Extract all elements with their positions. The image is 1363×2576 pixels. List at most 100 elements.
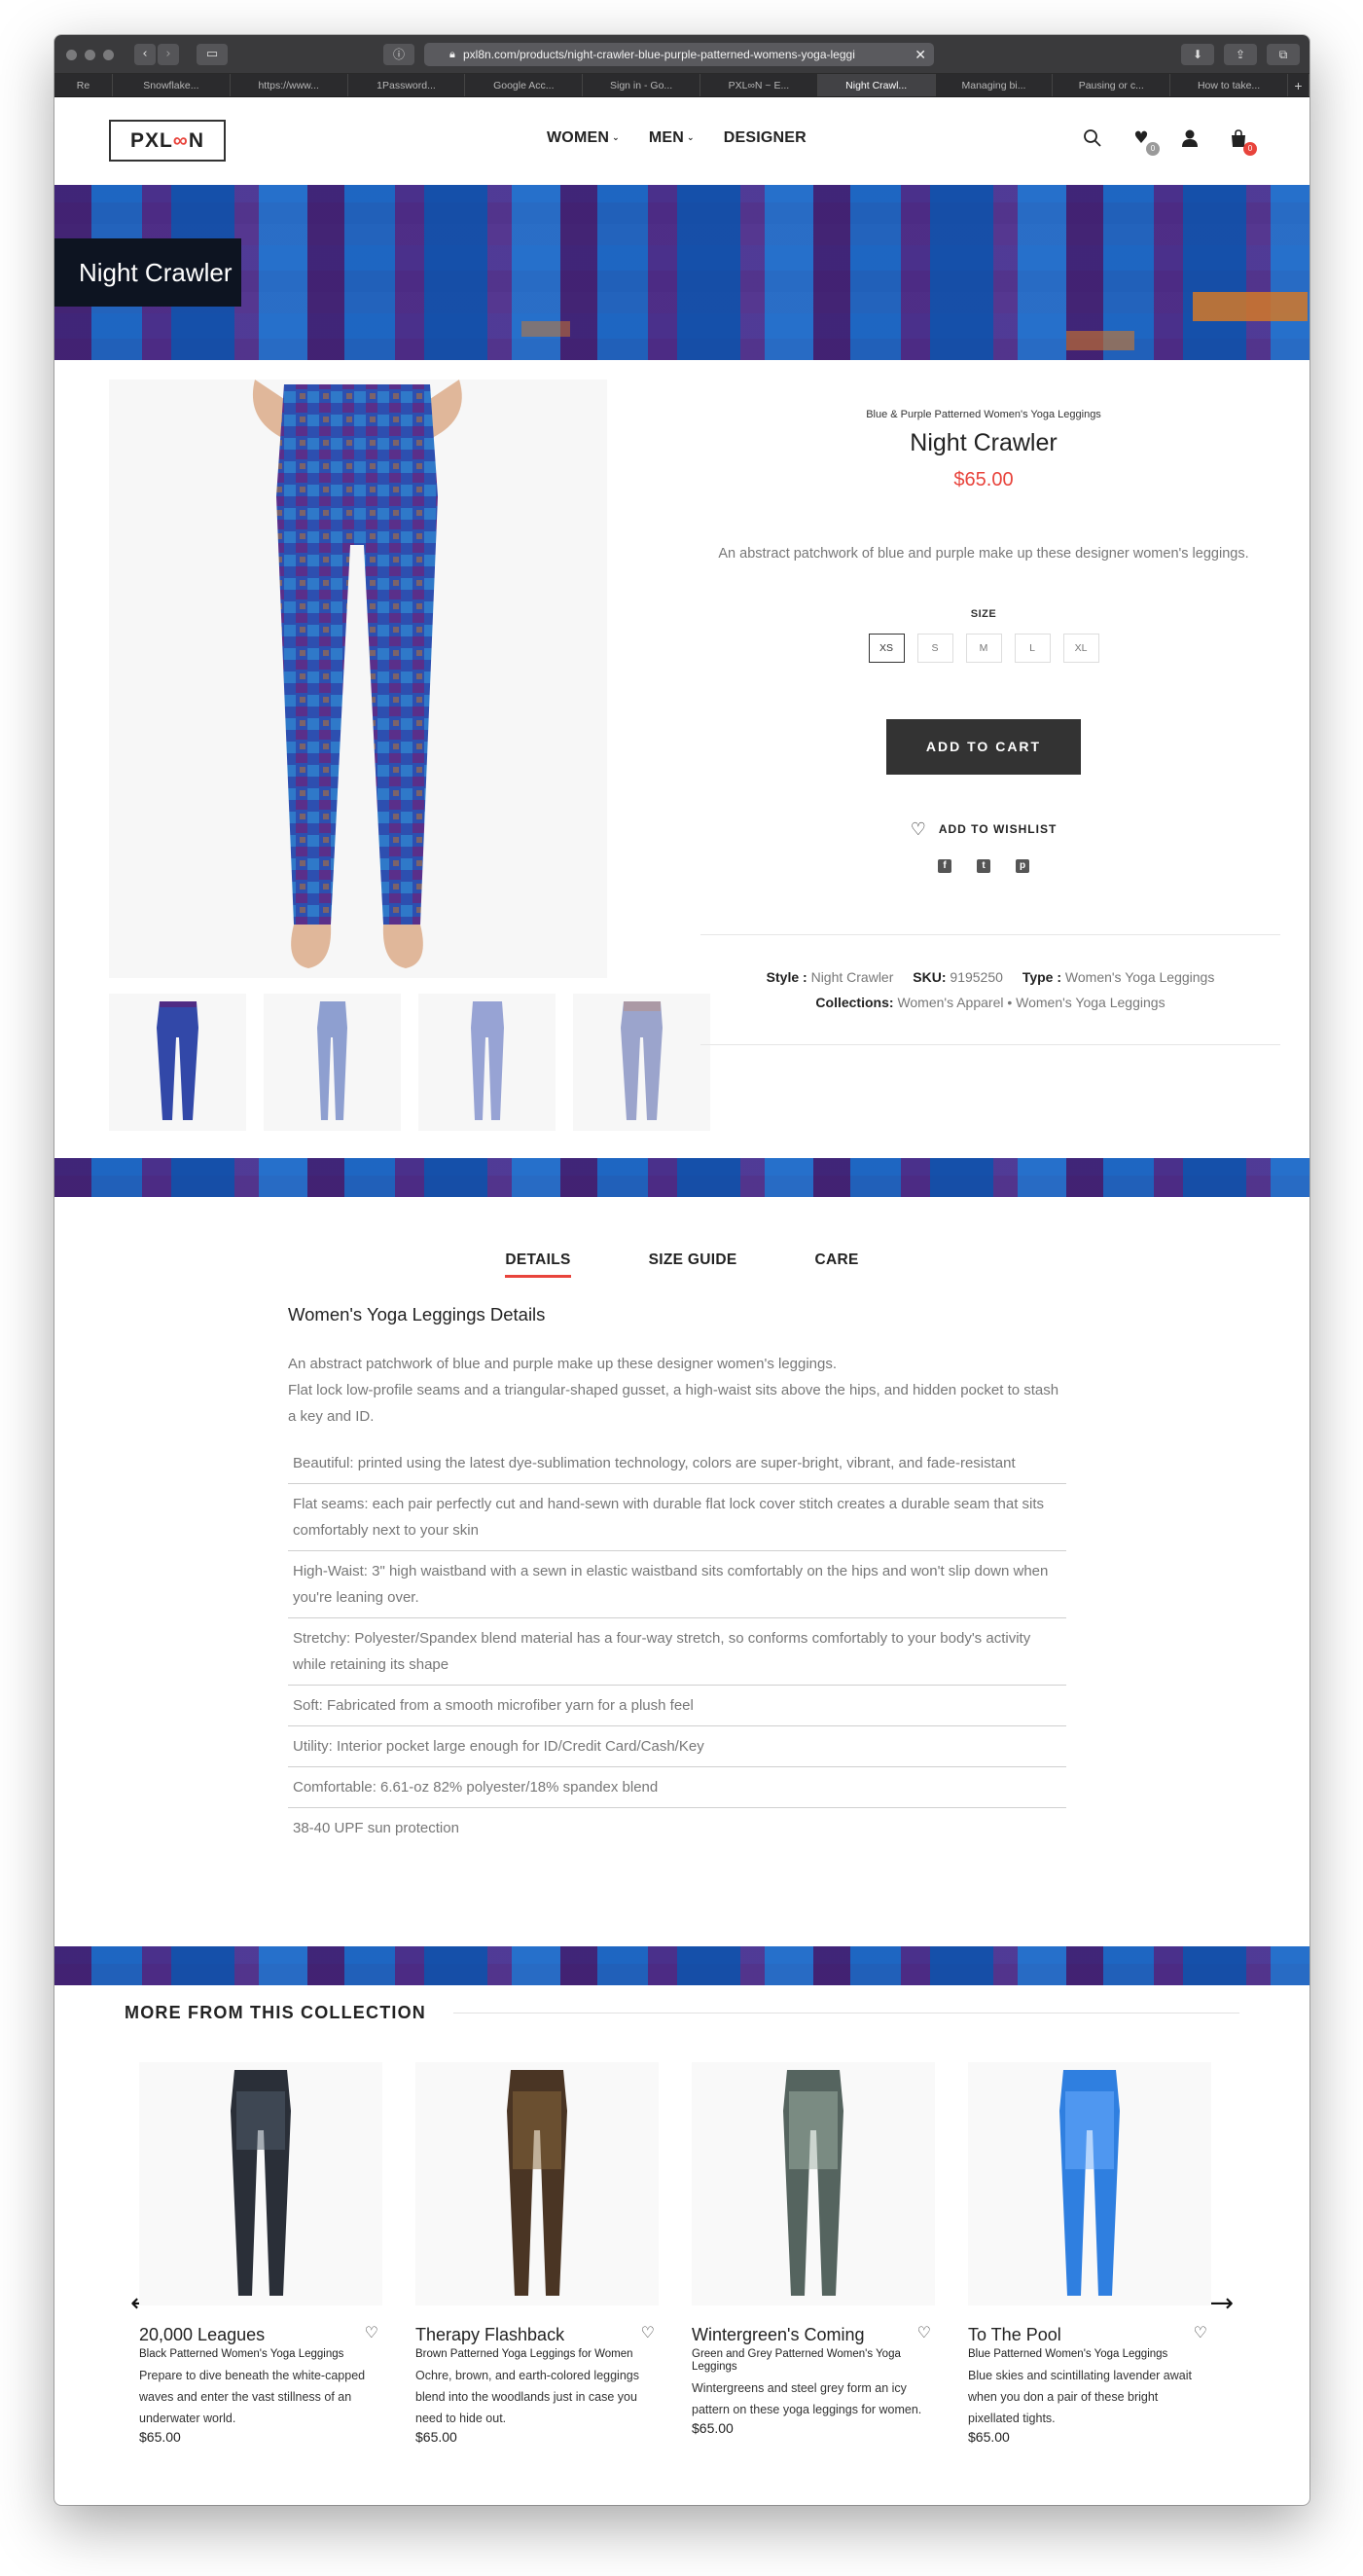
site-header: PXL∞N WOMEN ⌄ MEN ⌄ DESIGNER ♥ 0 0 (54, 97, 1309, 185)
product-card-description: Ochre, brown, and earth-colored leggings… (415, 2369, 639, 2425)
site-logo[interactable]: PXL∞N (109, 120, 226, 162)
hero-title: Night Crawler (54, 238, 241, 307)
type-value[interactable]: Women's Yoga Leggings (1065, 969, 1214, 985)
heart-icon[interactable]: ♡ (917, 2323, 931, 2341)
twitter-icon[interactable]: t (977, 859, 990, 873)
browser-tab[interactable]: https://www... (231, 74, 348, 96)
product-card-image[interactable] (139, 2062, 382, 2305)
feature-list: Beautiful: printed using the latest dye-… (288, 1443, 1066, 1848)
new-tab-button[interactable]: + (1288, 74, 1309, 96)
back-icon[interactable]: ‹ (134, 44, 156, 65)
zoom-window-button[interactable] (103, 50, 114, 60)
product-card-price: $65.00 (415, 2429, 457, 2445)
heart-icon[interactable]: ♡ (1194, 2323, 1207, 2341)
add-to-wishlist-button[interactable]: ♡ ADD TO WISHLIST (697, 819, 1271, 840)
nav-designer[interactable]: DESIGNER (724, 129, 807, 147)
style-value[interactable]: Night Crawler (811, 969, 894, 985)
size-option-m[interactable]: M (965, 634, 1002, 663)
size-option-l[interactable]: L (1014, 634, 1051, 663)
tab-care[interactable]: CARE (815, 1252, 859, 1278)
product-thumbnail[interactable] (418, 994, 556, 1131)
logo-text: PXL (130, 129, 173, 152)
size-option-xl[interactable]: XL (1062, 634, 1099, 663)
product-card[interactable]: Wintergreen's Coming ♡ Green and Grey Pa… (692, 2062, 935, 2445)
nav-men-label: MEN (648, 129, 685, 146)
details-heading: Women's Yoga Leggings Details (288, 1304, 546, 1324)
browser-toolbar-right: ⬇ ⇪ ⧉ (1181, 44, 1300, 65)
product-thumbnail[interactable] (109, 994, 246, 1131)
product-info: Blue & Purple Patterned Women's Yoga Leg… (697, 409, 1271, 873)
details-intro-line: An abstract patchwork of blue and purple… (288, 1356, 838, 1372)
wishlist-icon[interactable]: ♥ 0 (1130, 128, 1160, 156)
product-main-image[interactable] (109, 380, 607, 978)
product-card-image[interactable] (692, 2062, 935, 2305)
heart-icon[interactable]: ♡ (365, 2323, 378, 2341)
nav-women[interactable]: WOMEN ⌄ (547, 129, 620, 147)
product-card-title[interactable]: To The Pool (968, 2325, 1211, 2345)
header-icons: ♥ 0 0 (1082, 128, 1257, 156)
collection-carousel: 20,000 Leagues ♡ Black Patterned Women's… (139, 2062, 1211, 2445)
product-card-subtitle: Green and Grey Patterned Women's Yoga Le… (692, 2348, 901, 2373)
account-icon[interactable] (1179, 128, 1201, 150)
collection-heading: MORE FROM THIS COLLECTION (125, 2003, 426, 2022)
cart-icon[interactable]: 0 (1228, 128, 1257, 156)
product-thumbnail[interactable] (573, 994, 710, 1131)
product-card-image[interactable] (968, 2062, 1211, 2305)
browser-tab[interactable]: 1Password... (348, 74, 466, 96)
add-to-cart-button[interactable]: ADD TO CART (886, 719, 1081, 775)
browser-tab[interactable]: Google Acc... (465, 74, 584, 96)
product-title: Night Crawler (910, 429, 1058, 456)
clear-url-icon[interactable]: ✕ (915, 43, 926, 66)
product-section: Blue & Purple Patterned Women's Yoga Leg… (54, 360, 1309, 1158)
reader-info-icon[interactable]: ⓘ (383, 44, 414, 65)
address-bar[interactable]: 🔒︎ pxl8n.com/products/night-crawler-blue… (424, 43, 934, 66)
product-card-price: $65.00 (139, 2429, 181, 2445)
collections-value[interactable]: Women's Apparel • Women's Yoga Leggings (897, 995, 1165, 1010)
product-card[interactable]: To The Pool ♡ Blue Patterned Women's Yog… (968, 2062, 1211, 2445)
size-option-xs[interactable]: XS (868, 634, 905, 663)
product-subtitle: Blue & Purple Patterned Women's Yoga Leg… (866, 409, 1101, 420)
tabs-overview-icon[interactable]: ⧉ (1267, 44, 1300, 65)
close-window-button[interactable] (66, 50, 77, 60)
browser-tab[interactable]: Pausing or c... (1053, 74, 1171, 96)
browser-tab[interactable]: Re (54, 74, 113, 96)
details-intro: An abstract patchwork of blue and purple… (288, 1351, 1066, 1430)
product-thumbnail[interactable] (264, 994, 401, 1131)
tab-details[interactable]: DETAILS (505, 1252, 571, 1278)
collections-label: Collections: (815, 995, 894, 1010)
browser-tab[interactable]: Managing bi... (936, 74, 1054, 96)
facebook-icon[interactable]: f (938, 859, 951, 873)
minimize-window-button[interactable] (85, 50, 95, 60)
social-share: f t p (697, 859, 1271, 873)
product-card[interactable]: Therapy Flashback ♡ Brown Patterned Yoga… (415, 2062, 659, 2445)
pinterest-icon[interactable]: p (1016, 859, 1029, 873)
tab-size-guide[interactable]: SIZE GUIDE (649, 1252, 737, 1278)
size-label: SIZE (970, 608, 997, 620)
pattern-divider (54, 1946, 1309, 1985)
feature-item: Flat seams: each pair perfectly cut and … (288, 1484, 1066, 1551)
size-option-s[interactable]: S (916, 634, 953, 663)
browser-tab[interactable]: PXL∞N ~ E... (700, 74, 818, 96)
forward-icon[interactable]: › (158, 44, 179, 65)
browser-tab[interactable]: How to take... (1170, 74, 1288, 96)
share-icon[interactable]: ⇪ (1224, 44, 1257, 65)
chevron-down-icon: ⌄ (687, 132, 695, 142)
nav-designer-label: DESIGNER (723, 129, 807, 146)
browser-tab-active[interactable]: Night Crawl... (817, 74, 936, 96)
sidebar-icon[interactable]: ▭ (197, 44, 228, 65)
browser-tab[interactable]: Sign in - Go... (583, 74, 700, 96)
product-card-title[interactable]: Wintergreen's Coming (692, 2325, 935, 2345)
more-from-collection: MORE FROM THIS COLLECTION ⟵ ⟶ 20,000 Lea… (54, 1985, 1309, 2491)
details-body: Women's Yoga Leggings Details An abstrac… (288, 1304, 1066, 1848)
heart-icon[interactable]: ♡ (641, 2323, 655, 2341)
collection-header: MORE FROM THIS COLLECTION (125, 2003, 1239, 2023)
style-label: Style : (766, 969, 807, 985)
product-card-title[interactable]: Therapy Flashback (415, 2325, 659, 2345)
product-card-image[interactable] (415, 2062, 659, 2305)
browser-tab[interactable]: Snowflake... (113, 74, 231, 96)
nav-men[interactable]: MEN ⌄ (649, 129, 695, 147)
search-icon[interactable] (1082, 128, 1103, 150)
product-card[interactable]: 20,000 Leagues ♡ Black Patterned Women's… (139, 2062, 382, 2445)
downloads-icon[interactable]: ⬇ (1181, 44, 1214, 65)
product-card-title[interactable]: 20,000 Leagues (139, 2325, 382, 2345)
